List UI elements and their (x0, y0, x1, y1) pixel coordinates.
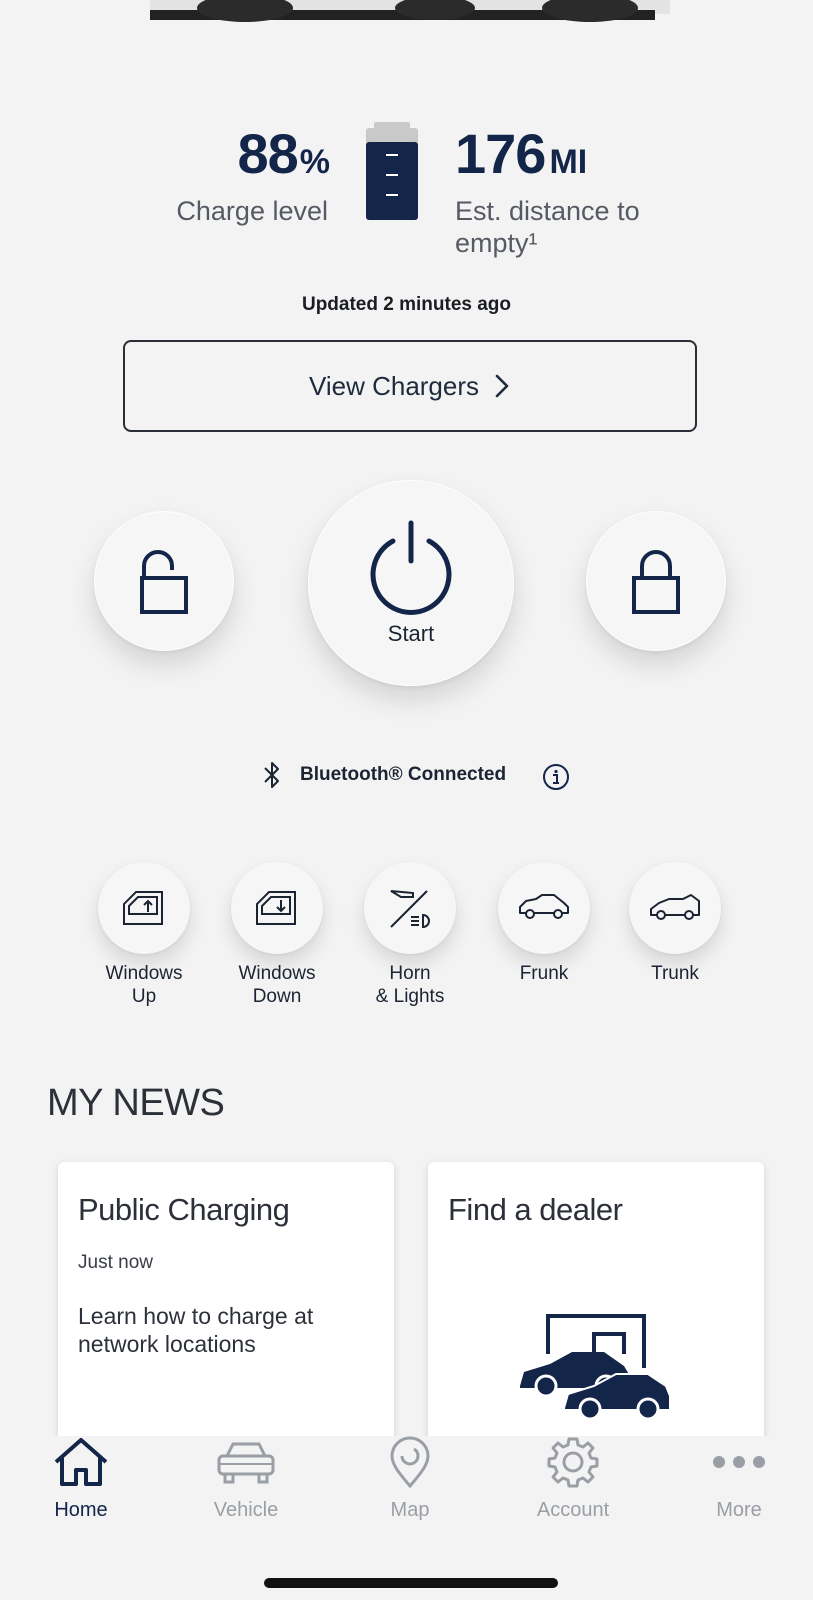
more-dots-icon (713, 1456, 765, 1468)
quick-action-trunk[interactable]: Trunk (615, 862, 735, 985)
trunk-button[interactable] (629, 862, 721, 954)
home-icon (54, 1438, 108, 1486)
charge-level-label: Charge level (176, 196, 328, 226)
lock-icon (632, 550, 680, 614)
tab-vehicle-label: Vehicle (213, 1499, 279, 1521)
tab-home[interactable]: Home (11, 1436, 151, 1522)
view-chargers-label: View Chargers (308, 370, 480, 401)
windows-up-label-line1: Windows (105, 963, 183, 984)
lock-button[interactable] (586, 511, 726, 651)
quick-action-windows-up[interactable]: Windows Up (84, 862, 204, 1008)
bluetooth-icon (264, 762, 279, 788)
tab-vehicle[interactable]: Vehicle (176, 1436, 316, 1522)
news-card-public-charging[interactable]: Public Charging Just now Learn how to ch… (58, 1162, 394, 1462)
windows-up-label-line2: Up (131, 986, 157, 1007)
windows-down-label-line2: Down (252, 986, 302, 1007)
range-value: 176 MI (455, 122, 588, 185)
news-card-title: Public Charging (78, 1192, 290, 1227)
news-card-find-dealer[interactable]: Find a dealer (428, 1162, 764, 1462)
range-label-line1: Est. distance to (455, 196, 640, 226)
horn-lights-label: Horn & Lights (350, 962, 470, 1008)
chevron-right-icon (495, 374, 509, 398)
tab-more[interactable]: More (669, 1436, 809, 1522)
info-icon[interactable] (542, 763, 570, 791)
tab-bar: Home Vehicle Map Account More (0, 1436, 813, 1600)
tab-more-label: More (716, 1499, 762, 1521)
window-up-icon (123, 891, 163, 925)
quick-action-horn-lights[interactable]: Horn & Lights (350, 862, 470, 1008)
car-icon (217, 1442, 275, 1484)
horn-lights-label-line1: Horn (389, 963, 431, 984)
tab-account-label: Account (536, 1499, 610, 1521)
power-icon (370, 520, 452, 615)
tab-home-label: Home (54, 1499, 108, 1521)
map-pin-icon (390, 1436, 430, 1489)
windows-down-label: Windows Down (217, 962, 337, 1008)
start-button[interactable]: Start (308, 480, 514, 686)
windows-up-button[interactable] (98, 862, 190, 954)
news-card-body: Learn how to charge at network locations (78, 1303, 314, 1357)
frunk-label: Frunk (519, 963, 569, 984)
trunk-label: Trunk (651, 963, 699, 984)
quick-action-frunk[interactable]: Frunk (484, 862, 604, 985)
quick-action-windows-down[interactable]: Windows Down (217, 862, 337, 1008)
home-indicator (264, 1578, 558, 1588)
battery-icon (366, 122, 418, 220)
view-chargers-button[interactable]: View Chargers (123, 340, 697, 432)
start-label: Start (387, 621, 435, 646)
horn-lights-icon (390, 890, 430, 929)
frunk-icon (519, 894, 569, 919)
range-label-line2: empty¹ (455, 228, 538, 258)
unlock-icon (140, 550, 188, 614)
news-section-title: MY NEWS (47, 1082, 225, 1124)
range-label: Est. distance to empty¹ (455, 195, 715, 259)
news-card-title: Find a dealer (448, 1192, 623, 1227)
tab-map-label: Map (390, 1499, 430, 1521)
unlock-button[interactable] (94, 511, 234, 651)
window-down-icon (256, 891, 296, 925)
horn-lights-label-line2: & Lights (375, 986, 445, 1007)
updated-timestamp: Updated 2 minutes ago (301, 294, 512, 315)
gear-icon (547, 1437, 599, 1488)
bluetooth-label: Bluetooth® Connected (300, 764, 507, 785)
horn-lights-button[interactable] (364, 862, 456, 954)
windows-up-label: Windows Up (84, 962, 204, 1008)
bluetooth-status: Bluetooth® Connected (262, 760, 506, 790)
vehicle-image (150, 0, 670, 22)
news-card-time: Just now (78, 1252, 153, 1273)
dealer-icon (520, 1314, 671, 1421)
trunk-icon (650, 894, 700, 920)
tab-account[interactable]: Account (503, 1436, 643, 1522)
frunk-button[interactable] (498, 862, 590, 954)
windows-down-label-line1: Windows (238, 963, 316, 984)
tab-map[interactable]: Map (340, 1436, 480, 1522)
windows-down-button[interactable] (231, 862, 323, 954)
charge-level-value: 88% (237, 122, 330, 185)
